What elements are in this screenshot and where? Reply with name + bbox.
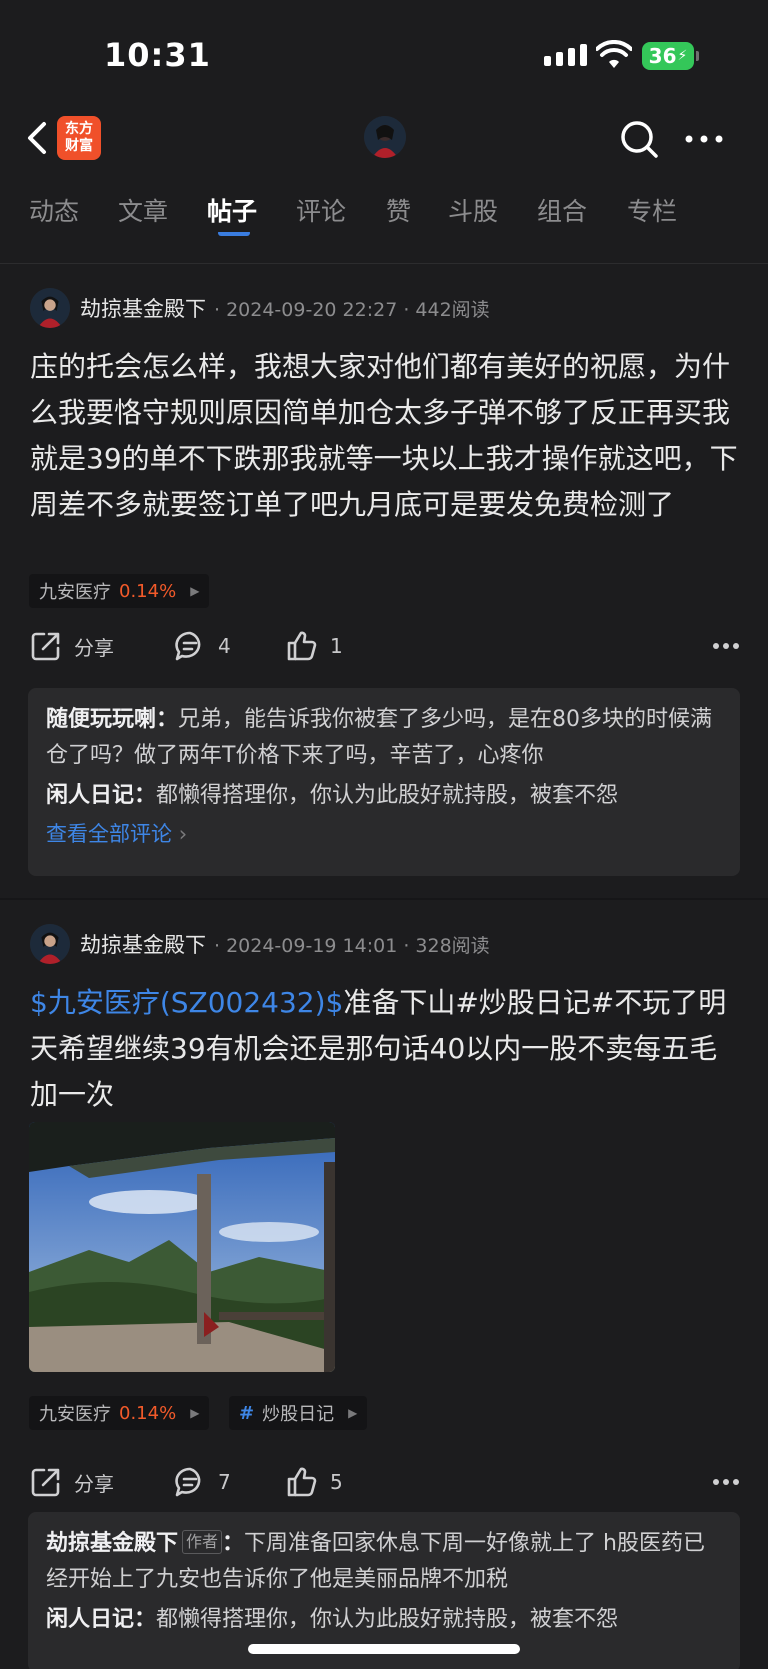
share-button[interactable]: 分享	[30, 630, 114, 662]
more-icon[interactable]	[684, 134, 724, 144]
comment-count: 7	[218, 1470, 231, 1494]
wifi-icon	[596, 40, 632, 68]
post-card: 劫掠基金殿下 · 2024-09-19 14:01 · 328阅读 $九安医疗(…	[0, 900, 768, 1669]
app-logo[interactable]: 东方 财富	[57, 116, 101, 160]
comment-count: 4	[218, 634, 231, 658]
avatar-image-icon	[30, 288, 70, 328]
tab-columns[interactable]: 专栏	[627, 192, 677, 228]
author-row: 劫掠基金殿下 · 2024-09-20 22:27 · 442阅读	[30, 288, 490, 328]
profile-avatar[interactable]	[364, 116, 406, 158]
topic-tag[interactable]: # 炒股日记 ▶	[229, 1396, 368, 1430]
tab-active-indicator	[218, 230, 250, 236]
landscape-photo-icon	[29, 1122, 335, 1372]
logo-line1: 东方	[65, 121, 93, 137]
stock-tag-name: 九安医疗	[39, 582, 111, 603]
back-icon[interactable]	[22, 118, 52, 158]
logo-line2: 财富	[65, 138, 93, 154]
stock-link[interactable]: $九安医疗(SZ002432)$	[30, 986, 343, 1019]
comment-item: 随便玩玩喇：兄弟，能告诉我你被套了多少吗，是在80多块的时候满仓了吗？做了两年T…	[46, 707, 713, 768]
avatar[interactable]	[30, 288, 70, 328]
home-indicator[interactable]	[248, 1644, 520, 1654]
author-name[interactable]: 劫掠基金殿下	[80, 929, 206, 959]
comment-icon	[175, 1467, 201, 1497]
status-bar: 10:31 36 ⚡	[0, 0, 768, 100]
author-badge: 作者	[182, 1530, 223, 1554]
chevron-right-icon: ›	[178, 822, 188, 846]
tab-bar: 动态 文章 帖子 评论 赞 斗股 组合 专栏	[0, 176, 768, 264]
status-time: 10:31	[104, 36, 211, 74]
share-label: 分享	[74, 1471, 114, 1496]
chevron-right-icon: ▶	[190, 1406, 200, 1420]
author-row: 劫掠基金殿下 · 2024-09-19 14:01 · 328阅读	[30, 924, 490, 964]
more-icon[interactable]	[712, 1478, 740, 1486]
tab-dynamics[interactable]: 动态	[29, 192, 79, 228]
comment-icon	[175, 631, 201, 661]
comment-user[interactable]: 闲人日记	[46, 783, 134, 808]
post-text: 庒的托会怎么样，我想大家对他们都有美好的祝愿，为什么我要恪守规则原因简单加仓太多…	[30, 350, 738, 521]
comment-user[interactable]: 劫掠基金殿下	[46, 1531, 178, 1556]
thumbs-up-icon	[287, 1467, 317, 1497]
post-body[interactable]: 庒的托会怎么样，我想大家对他们都有美好的祝愿，为什么我要恪守规则原因简单加仓太多…	[30, 344, 740, 528]
view-all-comments-link[interactable]: 查看全部评论 ›	[46, 814, 722, 854]
share-icon	[31, 1468, 60, 1497]
hashtag-icon: #	[239, 1402, 255, 1424]
battery-icon: 36 ⚡	[642, 42, 694, 70]
comment-button[interactable]: 4	[174, 630, 231, 662]
stock-tag[interactable]: 九安医疗 0.14% ▶	[29, 1396, 210, 1430]
post-meta: · 2024-09-19 14:01 · 328阅读	[214, 934, 490, 957]
stock-tag-change: 0.14%	[119, 580, 177, 602]
tab-articles[interactable]: 文章	[118, 192, 168, 228]
chevron-right-icon: ▶	[348, 1406, 358, 1420]
comment-button[interactable]: 7	[174, 1466, 231, 1498]
tab-comments[interactable]: 评论	[296, 192, 346, 228]
like-count: 1	[330, 634, 343, 658]
tab-stock-battle[interactable]: 斗股	[448, 192, 498, 228]
comment-item: 闲人日记：都懒得搭理你，你认为此股好就持股，被套不怨	[46, 1607, 619, 1632]
comment-item: 闲人日记：都懒得搭理你，你认为此股好就持股，被套不怨	[46, 783, 619, 808]
tab-likes[interactable]: 赞	[386, 192, 411, 228]
action-row: 分享 4 1	[30, 630, 740, 670]
comment-user[interactable]: 随便玩玩喇	[46, 707, 156, 732]
thumbs-up-icon	[287, 631, 317, 661]
like-button[interactable]: 1	[286, 630, 343, 662]
post-meta: · 2024-09-20 22:27 · 442阅读	[214, 298, 490, 321]
search-icon[interactable]	[618, 118, 660, 160]
like-count: 5	[330, 1470, 343, 1494]
share-icon	[31, 632, 60, 661]
share-label: 分享	[74, 635, 114, 660]
action-row: 分享 7 5	[30, 1466, 740, 1506]
avatar-image-icon	[30, 924, 70, 964]
comment-user[interactable]: 闲人日记	[46, 1607, 134, 1632]
stock-tag-name: 九安医疗	[39, 1404, 111, 1425]
battery-level: 36	[648, 44, 677, 68]
tab-posts[interactable]: 帖子	[207, 192, 257, 228]
stock-tag[interactable]: 九安医疗 0.14% ▶	[29, 574, 210, 608]
like-button[interactable]: 5	[286, 1466, 343, 1498]
share-button[interactable]: 分享	[30, 1466, 114, 1498]
avatar[interactable]	[30, 924, 70, 964]
battery-cap	[696, 51, 699, 61]
chevron-right-icon: ▶	[190, 584, 200, 598]
author-name[interactable]: 劫掠基金殿下	[80, 293, 206, 323]
post-image[interactable]	[29, 1122, 335, 1372]
comment-preview[interactable]: 随便玩玩喇：兄弟，能告诉我你被套了多少吗，是在80多块的时候满仓了吗？做了两年T…	[28, 688, 740, 876]
stock-tag-change: 0.14%	[119, 1402, 177, 1424]
view-all-label: 查看全部评论	[46, 822, 172, 846]
post-body[interactable]: $九安医疗(SZ002432)$准备下山#炒股日记#不玩了明天希望继续39有机会…	[30, 980, 740, 1118]
comment-text: 都懒得搭理你，你认为此股好就持股，被套不怨	[156, 783, 619, 808]
comment-text: 都懒得搭理你，你认为此股好就持股，被套不怨	[156, 1607, 619, 1632]
more-icon[interactable]	[712, 642, 740, 650]
nav-bar: 东方 财富	[0, 100, 768, 176]
post-card: 劫掠基金殿下 · 2024-09-20 22:27 · 442阅读 庒的托会怎么…	[0, 264, 768, 900]
topic-tag-name: 炒股日记	[262, 1404, 335, 1425]
signal-icon	[544, 44, 587, 66]
avatar-image-icon	[364, 116, 406, 158]
tab-portfolios[interactable]: 组合	[537, 192, 587, 228]
comment-item: 劫掠基金殿下 作者 ：下周准备回家休息下周一好像就上了 h股医药已经开始上了九安也告…	[46, 1530, 705, 1592]
